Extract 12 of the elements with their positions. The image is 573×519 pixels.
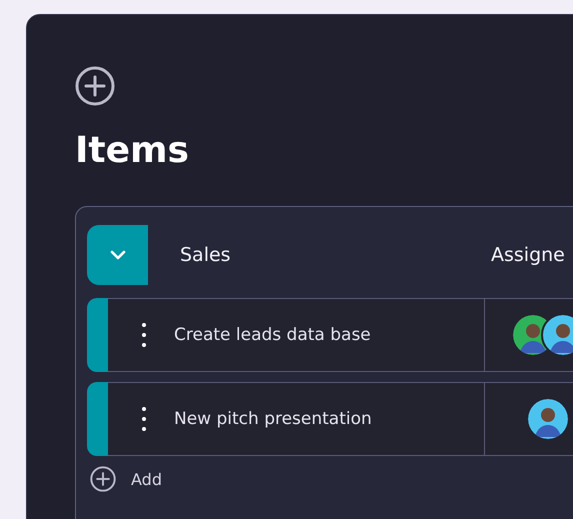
more-options-icon[interactable] xyxy=(142,407,146,431)
chevron-icon xyxy=(110,250,126,260)
add-icon[interactable] xyxy=(75,66,115,106)
add-item-button[interactable]: Add xyxy=(131,470,162,488)
more-options-icon[interactable] xyxy=(142,323,146,347)
item-title[interactable]: New pitch presentation xyxy=(174,409,372,429)
collapse-toggle[interactable] xyxy=(87,225,148,285)
page-title: Items xyxy=(75,129,190,173)
add-icon[interactable] xyxy=(90,466,116,492)
column-header: Assigne xyxy=(491,244,565,266)
item-title[interactable]: Create leads data base xyxy=(174,325,371,345)
group-name: Sales xyxy=(180,244,232,266)
